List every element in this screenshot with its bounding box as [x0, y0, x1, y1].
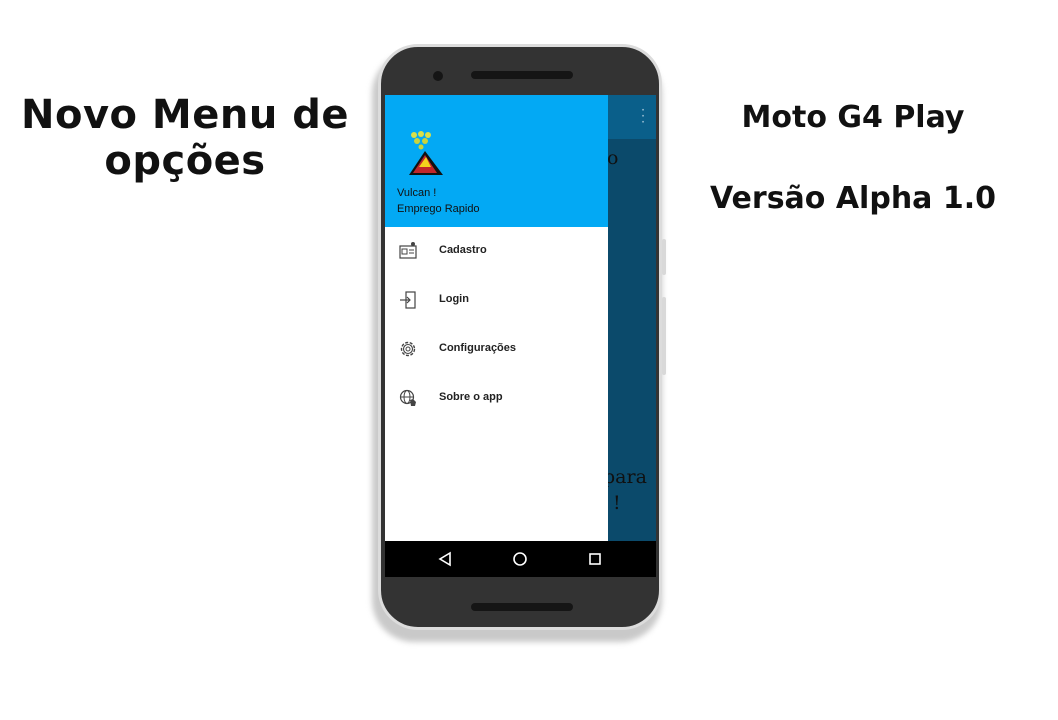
volume-button [662, 297, 666, 375]
power-button [662, 239, 666, 275]
recents-icon[interactable] [585, 549, 605, 569]
app-name: Vulcan ! [397, 187, 437, 199]
navigation-drawer: Vulcan ! Emprego Rapido Cadastro Login C… [385, 95, 608, 541]
background-text: para [603, 466, 647, 488]
promo-title-line1: Novo Menu de [20, 92, 349, 138]
earpiece-speaker [471, 71, 573, 79]
promo-title: Novo Menu de opções [10, 92, 360, 184]
menu-item-login[interactable]: Login [385, 276, 608, 325]
back-icon[interactable] [435, 549, 455, 569]
bottom-speaker [471, 603, 573, 611]
menu-item-cadastro[interactable]: Cadastro [385, 227, 608, 276]
volcano-logo-icon [409, 131, 443, 175]
phone-screen: · · · o para ! Vulcan ! Emprego Rapido C… [385, 95, 656, 577]
overflow-menu-icon[interactable]: · · · [640, 104, 646, 128]
version-caption: Versão Alpha 1.0 [709, 181, 997, 216]
drawer-header: Vulcan ! Emprego Rapido [385, 95, 608, 227]
device-model-caption: Moto G4 Play [741, 100, 965, 135]
phone-frame: · · · o para ! Vulcan ! Emprego Rapido C… [378, 44, 666, 630]
background-text: ! [613, 492, 621, 514]
android-nav-bar [385, 541, 656, 577]
background-text: o [607, 147, 619, 169]
login-icon [400, 291, 416, 309]
menu-item-label: Sobre o app [439, 391, 503, 403]
globe-hand-icon [399, 389, 416, 406]
menu-item-label: Login [439, 293, 469, 305]
id-card-icon [399, 242, 417, 259]
app-subtitle: Emprego Rapido [397, 203, 480, 215]
gear-icon [400, 341, 416, 357]
menu-item-configuracoes[interactable]: Configurações [385, 325, 608, 374]
menu-item-label: Configurações [439, 342, 517, 354]
menu-item-sobre[interactable]: Sobre o app [385, 374, 608, 423]
promo-title-line2: opções [104, 138, 266, 184]
menu-item-label: Cadastro [439, 244, 487, 256]
front-camera [433, 71, 443, 81]
home-icon[interactable] [510, 549, 530, 569]
